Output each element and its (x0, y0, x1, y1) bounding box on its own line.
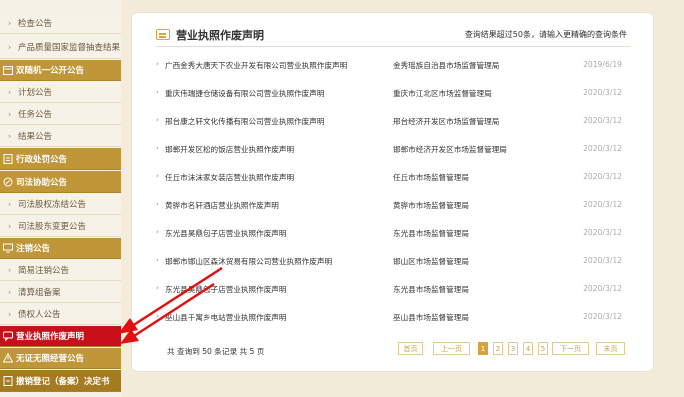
sidebar-item-shareholder-change[interactable]: › 司法股东变更公告 (0, 216, 121, 237)
sidebar: › 检查公告 › 产品质量国家监督抽查结果 双随机一公开公告 › 计划公告 › 任务公告… (0, 0, 121, 397)
sidebar-item-task[interactable]: › 任务公告 (0, 104, 121, 125)
list-item[interactable]: › 邢台康之轩文化传播有限公司营业执照作废声明 邢台经济开发区市场监督管理局 2020… (156, 113, 631, 129)
chat-icon (3, 331, 13, 341)
chevron-right-icon: › (8, 221, 12, 231)
chevron-right-icon: › (8, 109, 12, 119)
sidebar-item-plan[interactable]: › 计划公告 (0, 82, 121, 103)
chevron-right-icon: › (156, 312, 159, 320)
sidebar-item-simple-dereg[interactable]: › 简易注销公告 (0, 260, 121, 281)
next-page-button[interactable]: 下一页 (552, 342, 589, 355)
page-4-button[interactable]: 4 (523, 342, 533, 355)
page-3-button[interactable]: 3 (508, 342, 518, 355)
chevron-right-icon: › (8, 287, 12, 297)
list-item[interactable]: › 重庆伟瑞捷仓储设备有限公司营业执照作废声明 重庆市江北区市场监督管理局 2020/… (156, 85, 631, 101)
main-panel: 营业执照作废声明 查询结果超过50条，请输入更精确的查询条件 › 广西金秀大唐天下… (131, 12, 654, 372)
sidebar-item-double-random[interactable]: 双随机一公开公告 (0, 60, 121, 81)
chevron-right-icon: › (156, 60, 159, 68)
chevron-right-icon: › (156, 172, 159, 180)
chevron-right-icon: › (156, 144, 159, 152)
chevron-right-icon: › (156, 284, 159, 292)
sidebar-item-liquidation[interactable]: › 清算组备案 (0, 282, 121, 303)
calendar-icon (3, 66, 13, 75)
chevron-right-icon: › (156, 256, 159, 264)
sidebar-item-license-void[interactable]: 营业执照作废声明 (0, 326, 121, 347)
list-item[interactable]: › 广西金秀大唐天下农业开发有限公司营业执照作废声明 金秀瑶族自治县市场监督管理局 2… (156, 57, 631, 73)
sidebar-item-result[interactable]: › 结果公告 (0, 126, 121, 147)
list-item[interactable]: › 黄骅市名轩酒店营业执照作废声明 黄骅市市场监督管理局 2020/3/12 (156, 197, 631, 213)
list-item[interactable]: › 任丘市沫沫家女装店营业执照作废声明 任丘市市场监督管理局 2020/3/12 (156, 169, 631, 185)
list-item[interactable]: › 巫山县千寓乡电站营业执照作废声明 巫山县市场监督管理局 2020/3/12 (156, 309, 631, 325)
sidebar-item-admin-penalty[interactable]: 行政处罚公告 (0, 148, 121, 170)
last-page-button[interactable]: 末页 (596, 342, 625, 355)
sidebar-item-judicial-assist[interactable]: 司法协助公告 (0, 171, 121, 193)
chevron-right-icon: › (8, 42, 12, 51)
warning-icon (3, 353, 13, 363)
chevron-right-icon: › (156, 200, 159, 208)
list-item[interactable]: › 邯郸市邯山区森沐贸易有限公司营业执照作废声明 邯山区市场监督管理局 2020/3/… (156, 253, 631, 269)
total-records: 共 查询到 50 条记录 共 5 页 (167, 347, 265, 356)
sidebar-item-deregistration[interactable]: 注销公告 (0, 238, 121, 259)
monitor-icon (3, 243, 13, 253)
first-page-button[interactable]: 首页 (398, 342, 423, 355)
chevron-right-icon: › (156, 116, 159, 124)
page-title: 营业执照作废声明 (176, 29, 264, 42)
chevron-right-icon: › (8, 265, 12, 275)
page-5-button[interactable]: 5 (538, 342, 548, 355)
chevron-right-icon: › (156, 228, 159, 236)
chevron-right-icon: › (8, 87, 12, 97)
list-item[interactable]: › 东光县昊鼎包子店营业执照作废声明 东光县市场监督管理局 2020/3/12 (156, 281, 631, 297)
chevron-right-icon: › (8, 18, 12, 27)
search-limit-note: 查询结果超过50条，请输入更精确的查询条件 (464, 30, 627, 39)
list-item[interactable]: › 邯郸开发区松的饭店营业执照作废声明 邯郸市经济开发区市场监督管理局 2020/3/… (156, 141, 631, 157)
sidebar-item-unlicensed[interactable]: 无证无照经营公告 (0, 348, 121, 369)
sidebar-item-creditor[interactable]: › 债权人公告 (0, 304, 121, 325)
sidebar-item-equity-freeze[interactable]: › 司法股权冻结公告 (0, 194, 121, 215)
divider (156, 46, 631, 47)
sidebar-item-revocation[interactable]: 撤销登记（备案）决定书 (0, 370, 121, 392)
doc-icon (3, 375, 13, 386)
chevron-right-icon: › (8, 309, 12, 319)
prev-page-button[interactable]: 上一页 (433, 342, 470, 355)
page-1-button[interactable]: 1 (478, 342, 488, 355)
page-2-button[interactable]: 2 (493, 342, 503, 355)
message-icon (156, 29, 170, 40)
document-icon (3, 153, 13, 164)
sidebar-item-quality-check[interactable]: › 产品质量国家监督抽查结果 (0, 35, 121, 59)
gavel-icon (3, 177, 13, 186)
list-item[interactable]: › 东光县昊鼎包子店营业执照作废声明 东光县市场监督管理局 2020/3/12 (156, 225, 631, 241)
chevron-right-icon: › (156, 88, 159, 96)
chevron-right-icon: › (8, 199, 12, 209)
chevron-right-icon: › (8, 131, 12, 141)
sidebar-item-inspection[interactable]: › 检查公告 (0, 12, 121, 34)
